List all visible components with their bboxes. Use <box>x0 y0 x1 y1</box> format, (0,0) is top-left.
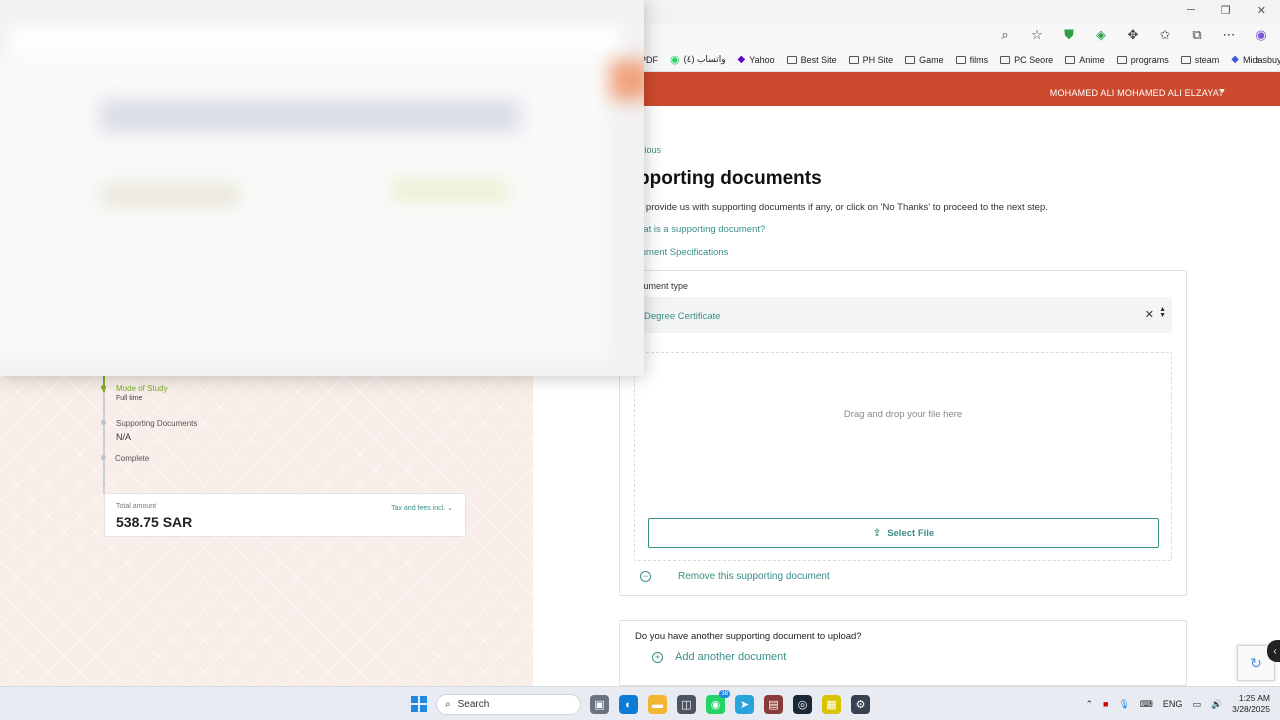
zoom-icon[interactable]: ⌕ <box>996 27 1014 43</box>
what-is-supporting-document-link[interactable]: hat is a supporting document? <box>638 224 765 235</box>
folder-icon <box>1000 55 1011 64</box>
chevron-right-icon[interactable]: › <box>1256 52 1260 67</box>
bookmark-programs[interactable]: programs <box>1116 55 1169 65</box>
document-type-label: cument type <box>639 281 689 291</box>
favorites-icon[interactable]: ✩ <box>1156 27 1174 43</box>
folder-icon <box>1065 55 1076 64</box>
folder-icon <box>786 55 797 64</box>
store-icon[interactable]: ◫ <box>677 695 696 714</box>
winrar-icon[interactable]: ▤ <box>764 695 783 714</box>
step-dot <box>101 420 106 425</box>
step-dot <box>101 455 106 460</box>
folder-icon <box>1180 55 1191 64</box>
puzzle-icon[interactable]: ✥ <box>1124 27 1142 43</box>
more-icon[interactable]: ⋯ <box>1220 27 1238 43</box>
steam-icon[interactable]: ◎ <box>793 695 812 714</box>
file-dropzone[interactable]: Drag and drop your file here ⇪ Select Fi… <box>634 352 1172 561</box>
document-type-value: Degree Certificate <box>644 311 721 322</box>
windows-start-icon[interactable] <box>411 696 427 712</box>
folder-icon <box>905 55 916 64</box>
folder-icon <box>955 55 966 64</box>
step-supporting-documents-value: N/A <box>116 432 132 442</box>
plus-circle-icon: + <box>652 651 663 663</box>
bookmark-anime[interactable]: Anime <box>1065 55 1105 65</box>
bookmark-yahoo[interactable]: ◆ Yahoo <box>738 54 775 65</box>
total-value: 538.75 SAR <box>116 514 193 530</box>
recaptcha-icon: ↻ <box>1250 654 1262 671</box>
shield-icon[interactable]: ⛊ <box>1060 27 1078 43</box>
whatsapp-icon: ◉ <box>670 54 680 66</box>
extension-icon[interactable]: ◈ <box>1092 27 1110 43</box>
select-file-button[interactable]: ⇪ Select File <box>648 518 1159 548</box>
step-complete: Complete <box>115 454 150 463</box>
clock[interactable]: 1:25 AM 3/28/2025 <box>1232 693 1270 715</box>
document-specifications-link[interactable]: cument Specifications <box>636 247 728 258</box>
another-document-question: Do you have another supporting document … <box>635 631 862 642</box>
search-icon: ⌕ <box>445 699 451 710</box>
volume-icon[interactable]: 🔊 <box>1211 699 1222 710</box>
bookmark-best-site[interactable]: Best Site <box>786 55 837 65</box>
keyboard-icon[interactable]: ⌨ <box>1140 699 1153 710</box>
folder-icon <box>1116 55 1127 64</box>
page-title: pporting documents <box>638 168 822 189</box>
dropzone-text: Drag and drop your file here <box>843 409 963 420</box>
step-supporting-documents: Supporting Documents <box>116 419 198 428</box>
window-controls: ─ ❐ ✕ <box>1187 4 1266 17</box>
step-mode-of-study-value: Full time <box>116 395 143 402</box>
microphone-icon[interactable]: 🎙 <box>1118 699 1129 710</box>
task-view-icon[interactable]: ▣ <box>590 695 609 714</box>
midasbuy-icon: ◆ <box>1231 54 1239 65</box>
caret-down-icon[interactable]: ▼ <box>1219 88 1226 95</box>
tax-fees-toggle[interactable]: Tax and fees incl. ⌄ <box>391 504 453 512</box>
taskbar-search[interactable]: ⌕ Search <box>436 694 581 715</box>
star-icon[interactable]: ☆ <box>1028 27 1046 43</box>
collections-icon[interactable]: ⧉ <box>1188 27 1206 43</box>
file-explorer-icon[interactable]: ▬ <box>648 695 667 714</box>
add-another-document-button[interactable]: + Add another document <box>652 651 786 663</box>
close-button[interactable]: ✕ <box>1257 4 1266 17</box>
chevron-up-icon[interactable]: ⌃ <box>1086 699 1094 710</box>
steps-line <box>103 382 105 494</box>
system-tray: ⌃ ■ 🎙 ⌨ ENG ▭ 🔊 1:25 AM 3/28/2025 <box>1086 693 1271 715</box>
upload-icon: ⇪ <box>872 527 882 539</box>
network-icon[interactable]: ▭ <box>1192 699 1201 710</box>
chevron-down-icon: ⌄ <box>447 505 453 512</box>
minimize-button[interactable]: ─ <box>1187 4 1195 17</box>
user-menu[interactable]: MOHAMED ALI MOHAMED ALI ELZAYAT <box>1050 88 1224 98</box>
step-dot-active <box>101 385 106 390</box>
whatsapp-app-icon[interactable]: ◉ 38 <box>706 690 730 714</box>
total-label: Total amount <box>116 503 157 510</box>
remove-document-button[interactable]: − Remove this supporting document <box>640 571 830 582</box>
edge-icon[interactable]: ◐ <box>619 695 638 714</box>
yahoo-icon: ◆ <box>737 54 746 65</box>
maximize-button[interactable]: ❐ <box>1221 4 1231 17</box>
bookmark-whatsapp[interactable]: ◉ واتساب (٤) <box>670 53 726 66</box>
another-document-card: Do you have another supporting document … <box>619 620 1187 686</box>
chevron-left-icon: ‹ <box>1273 645 1277 657</box>
intro-text: e provide us with supporting documents i… <box>638 202 1048 213</box>
notes-icon[interactable]: ▦ <box>822 695 841 714</box>
bookmark-pc-seore[interactable]: PC Seore <box>1000 55 1053 65</box>
clear-icon[interactable]: ✕ <box>1145 308 1154 321</box>
mcafee-icon[interactable]: ■ <box>1103 699 1108 709</box>
bookmark-game[interactable]: Game <box>905 55 944 65</box>
minus-circle-icon: − <box>640 571 651 582</box>
bookmark-steam[interactable]: steam <box>1180 55 1219 65</box>
total-amount-box: Total amount 538.75 SAR Tax and fees inc… <box>104 493 466 537</box>
bookmark-films[interactable]: films <box>955 55 988 65</box>
step-mode-of-study: Mode of Study <box>116 384 168 393</box>
copilot-icon[interactable]: ◉ <box>1252 27 1270 43</box>
bookmark-ph-site[interactable]: PH Site <box>848 55 893 65</box>
telegram-icon[interactable]: ➤ <box>735 695 754 714</box>
windows-taskbar: ⌕ Search ▣ ◐ ▬ ◫ ◉ 38 ➤ ▤ ◎ ▦ ⚙ ⌃ ■ 🎙 ⌨ E… <box>0 686 1280 720</box>
side-panel-tab[interactable]: ‹ <box>1267 640 1280 662</box>
blurred-overlay <box>0 0 644 376</box>
whatsapp-badge: 38 <box>719 690 730 698</box>
folder-icon <box>848 55 859 64</box>
language-indicator[interactable]: ENG <box>1163 699 1183 709</box>
sort-arrows-icon: ▲ ▼ <box>1159 306 1166 319</box>
settings-icon[interactable]: ⚙ <box>851 695 870 714</box>
document-type-select[interactable]: Degree Certificate ✕ ▲ ▼ <box>634 297 1172 333</box>
